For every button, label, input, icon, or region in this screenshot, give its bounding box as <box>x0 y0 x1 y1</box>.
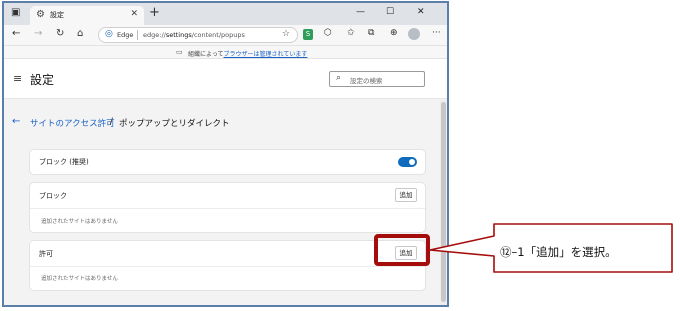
managed-link[interactable]: ブラウザーは管理されています <box>224 51 308 58</box>
breadcrumb-separator: / <box>110 117 113 127</box>
extensions-icon[interactable]: ⬡ <box>324 28 332 38</box>
collections-icon[interactable]: ⧉ <box>368 28 374 38</box>
page-title: 設定 <box>30 73 55 87</box>
settings-search-input[interactable]: ⌕ 設定の検索 <box>329 71 425 87</box>
history-icon[interactable]: ⊕ <box>390 28 398 38</box>
block-recommended-label: ブロック (推奨) <box>39 158 89 166</box>
profile-avatar[interactable] <box>408 28 420 40</box>
allow-label: 許可 <box>39 250 53 258</box>
block-recommended-toggle[interactable] <box>398 157 417 167</box>
block-recommended-card: ブロック (推奨) <box>30 150 425 174</box>
forward-arrow-icon[interactable]: → <box>34 28 42 39</box>
more-menu-icon[interactable]: ··· <box>432 28 441 38</box>
card-divider <box>30 208 425 209</box>
gear-icon: ⚙ <box>36 9 45 20</box>
close-window-button[interactable]: ✕ <box>417 7 425 17</box>
card-divider <box>30 266 425 267</box>
address-toolbar: ← → ↻ ⌂ ◎ Edge edge://settings/content/p… <box>4 25 447 45</box>
search-placeholder: 設定の検索 <box>350 77 383 85</box>
block-empty-text: 追加されたサイトはありません <box>41 219 118 225</box>
settings-content: ← サイトのアクセス許可 / ポップアップとリダイレクト ブロック (推奨) ブ… <box>4 100 447 305</box>
hamburger-menu-icon[interactable]: ≡ <box>13 72 22 85</box>
extension-s-icon[interactable]: S <box>303 29 313 40</box>
back-link-icon[interactable]: ← <box>12 116 20 127</box>
allow-empty-text: 追加されたサイトはありません <box>41 276 118 282</box>
toggle-knob <box>409 159 415 165</box>
annotation-text: ⑫–1「追加」を選択。 <box>500 245 617 259</box>
tab-close-icon[interactable]: ✕ <box>130 9 138 19</box>
home-icon[interactable]: ⌂ <box>77 28 83 39</box>
edge-logo-icon: ◎ <box>105 29 113 39</box>
briefcase-icon: ▭ <box>176 48 183 56</box>
settings-header: ≡ 設定 ⌕ 設定の検索 <box>4 59 447 99</box>
search-icon: ⌕ <box>336 73 342 83</box>
back-arrow-icon[interactable]: ← <box>12 28 20 39</box>
breadcrumb-parent-link[interactable]: サイトのアクセス許可 <box>30 117 115 129</box>
address-separator <box>137 30 138 40</box>
tab-title: 設定 <box>50 11 64 19</box>
tab-strip: ▣ ⚙ 設定 ✕ + — ☐ ✕ <box>4 3 447 25</box>
allow-card: 許可 追加 追加されたサイトはありません <box>30 241 425 290</box>
refresh-icon[interactable]: ↻ <box>56 28 64 39</box>
tab-actions-icon[interactable]: ▣ <box>11 7 20 18</box>
managed-notice-bar: ▭ 組織によってブラウザーは管理されています <box>4 45 447 59</box>
favorites-icon[interactable]: ✩ <box>347 28 355 38</box>
tab-settings[interactable]: ⚙ 設定 ✕ <box>30 6 144 25</box>
block-label: ブロック <box>39 192 67 200</box>
minimize-button[interactable]: — <box>356 7 365 17</box>
annotation-highlight-box <box>374 234 430 266</box>
maximize-button[interactable]: ☐ <box>386 7 394 17</box>
managed-text: 組織によってブラウザーは管理されています <box>188 51 308 58</box>
favorite-star-icon[interactable]: ☆ <box>282 29 290 39</box>
address-bar[interactable]: ◎ Edge edge://settings/content/popups ☆ <box>98 27 298 43</box>
block-card: ブロック 追加 追加されたサイトはありません <box>30 183 425 232</box>
new-tab-button[interactable]: + <box>149 5 160 20</box>
edge-label: Edge <box>117 31 134 39</box>
breadcrumb-current: ポップアップとリダイレクト <box>119 119 230 129</box>
block-add-button[interactable]: 追加 <box>395 188 417 202</box>
url-text: edge://settings/content/popups <box>143 31 245 39</box>
